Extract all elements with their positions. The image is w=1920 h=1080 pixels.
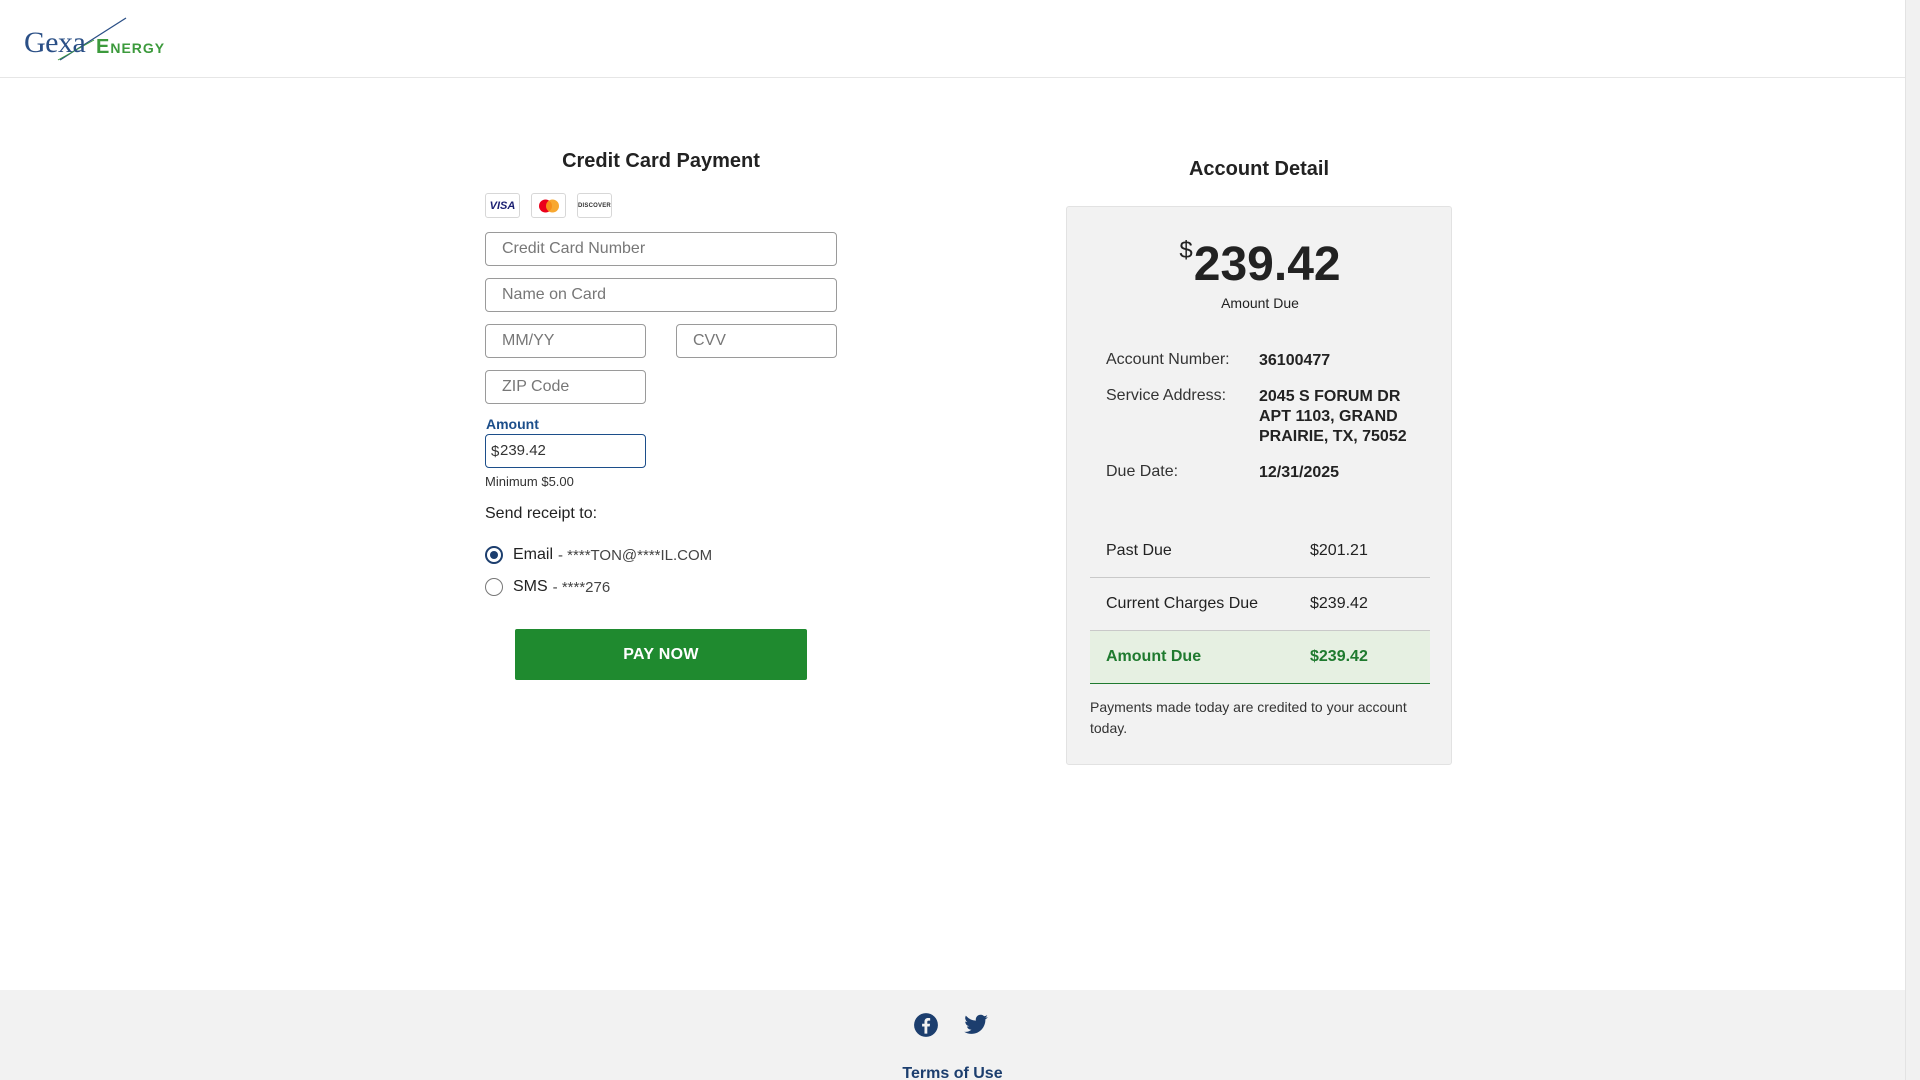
- footer: Terms of Use: [0, 990, 1905, 1080]
- logo-gexa-text: Gexa: [24, 26, 86, 59]
- cvv-input[interactable]: [676, 324, 837, 358]
- logo-energy-text: Energy: [96, 36, 166, 58]
- receipt-option-email[interactable]: Email - ****TON@****IL.COM: [485, 543, 837, 567]
- past-due-value: $201.21: [1310, 542, 1368, 559]
- amount-input[interactable]: [500, 435, 640, 466]
- amount-due-row-value: $239.42: [1310, 648, 1368, 665]
- receipt-label: Send receipt to:: [485, 505, 598, 522]
- gexa-energy-logo[interactable]: Gexa Energy: [24, 16, 204, 62]
- discover-icon: DISCOVER: [577, 193, 612, 218]
- amount-due-row: Amount Due $239.42: [1090, 631, 1430, 684]
- account-detail-card: $239.42 Amount Due Account Number: 36100…: [1066, 206, 1452, 765]
- payment-title: Credit Card Payment: [562, 150, 760, 172]
- sms-option-label: SMS: [513, 578, 548, 595]
- header: Gexa Energy: [0, 0, 1905, 78]
- terms-of-use-link[interactable]: Terms of Use: [0, 1065, 1905, 1080]
- payment-credit-note: Payments made today are credited to your…: [1090, 699, 1407, 736]
- amount-label: Amount: [486, 416, 539, 432]
- mastercard-icon: [531, 193, 566, 218]
- amount-currency-symbol: $: [491, 443, 500, 460]
- minimum-amount-note: Minimum $5.00: [485, 474, 574, 489]
- due-date-value: 12/31/2025: [1259, 464, 1340, 481]
- service-address-value: 2045 S FORUM DR APT 1103, GRAND PRAIRIE,…: [1259, 388, 1407, 445]
- email-radio[interactable]: [485, 546, 503, 564]
- receipt-option-sms[interactable]: SMS - ****276: [485, 575, 837, 599]
- card-logos: VISA DISCOVER: [485, 193, 837, 218]
- credit-card-number-input[interactable]: [485, 232, 837, 266]
- social-links: [913, 1012, 989, 1038]
- amount-due-big: $239.42: [1067, 237, 1453, 292]
- expiry-cvv-row: [485, 324, 837, 358]
- amount-due-caption: Amount Due: [1221, 295, 1299, 311]
- email-option-label: Email: [513, 546, 554, 563]
- current-charges-label: Current Charges Due: [1106, 595, 1259, 612]
- sms-radio[interactable]: [485, 578, 503, 596]
- mastercard-circles: [538, 199, 559, 212]
- pay-now-button[interactable]: PAY NOW: [515, 629, 807, 680]
- credit-card-payment-form: Credit Card Payment VISA DISCOVER Amount…: [485, 150, 837, 680]
- sms-masked-value: - ****276: [552, 578, 611, 596]
- amount-due-big-value: 239.42: [1193, 238, 1341, 291]
- amount-due-row-label: Amount Due: [1106, 648, 1202, 665]
- name-on-card-input[interactable]: [485, 278, 837, 312]
- account-number-label: Account Number:: [1106, 351, 1230, 368]
- email-masked-value: - ****TON@****IL.COM: [558, 546, 713, 564]
- current-charges-row: Current Charges Due $239.42: [1090, 578, 1430, 631]
- service-address-label: Service Address:: [1106, 387, 1227, 404]
- current-charges-value: $239.42: [1310, 595, 1368, 612]
- visa-icon: VISA: [485, 193, 520, 218]
- facebook-icon[interactable]: [913, 1012, 939, 1038]
- account-number-value: 36100477: [1259, 352, 1331, 369]
- expiry-input[interactable]: [485, 324, 646, 358]
- amount-field[interactable]: $: [485, 434, 646, 468]
- past-due-row: Past Due $201.21: [1090, 525, 1430, 578]
- account-detail-title: Account Detail: [1188, 158, 1330, 180]
- twitter-icon[interactable]: [963, 1012, 989, 1038]
- zip-code-input[interactable]: [485, 370, 646, 404]
- past-due-label: Past Due: [1106, 542, 1172, 559]
- page-scrollbar[interactable]: [1905, 0, 1920, 1080]
- charges-table: Past Due $201.21 Current Charges Due $23…: [1090, 525, 1430, 684]
- amount-due-currency: $: [1179, 237, 1193, 264]
- due-date-label: Due Date:: [1106, 463, 1179, 480]
